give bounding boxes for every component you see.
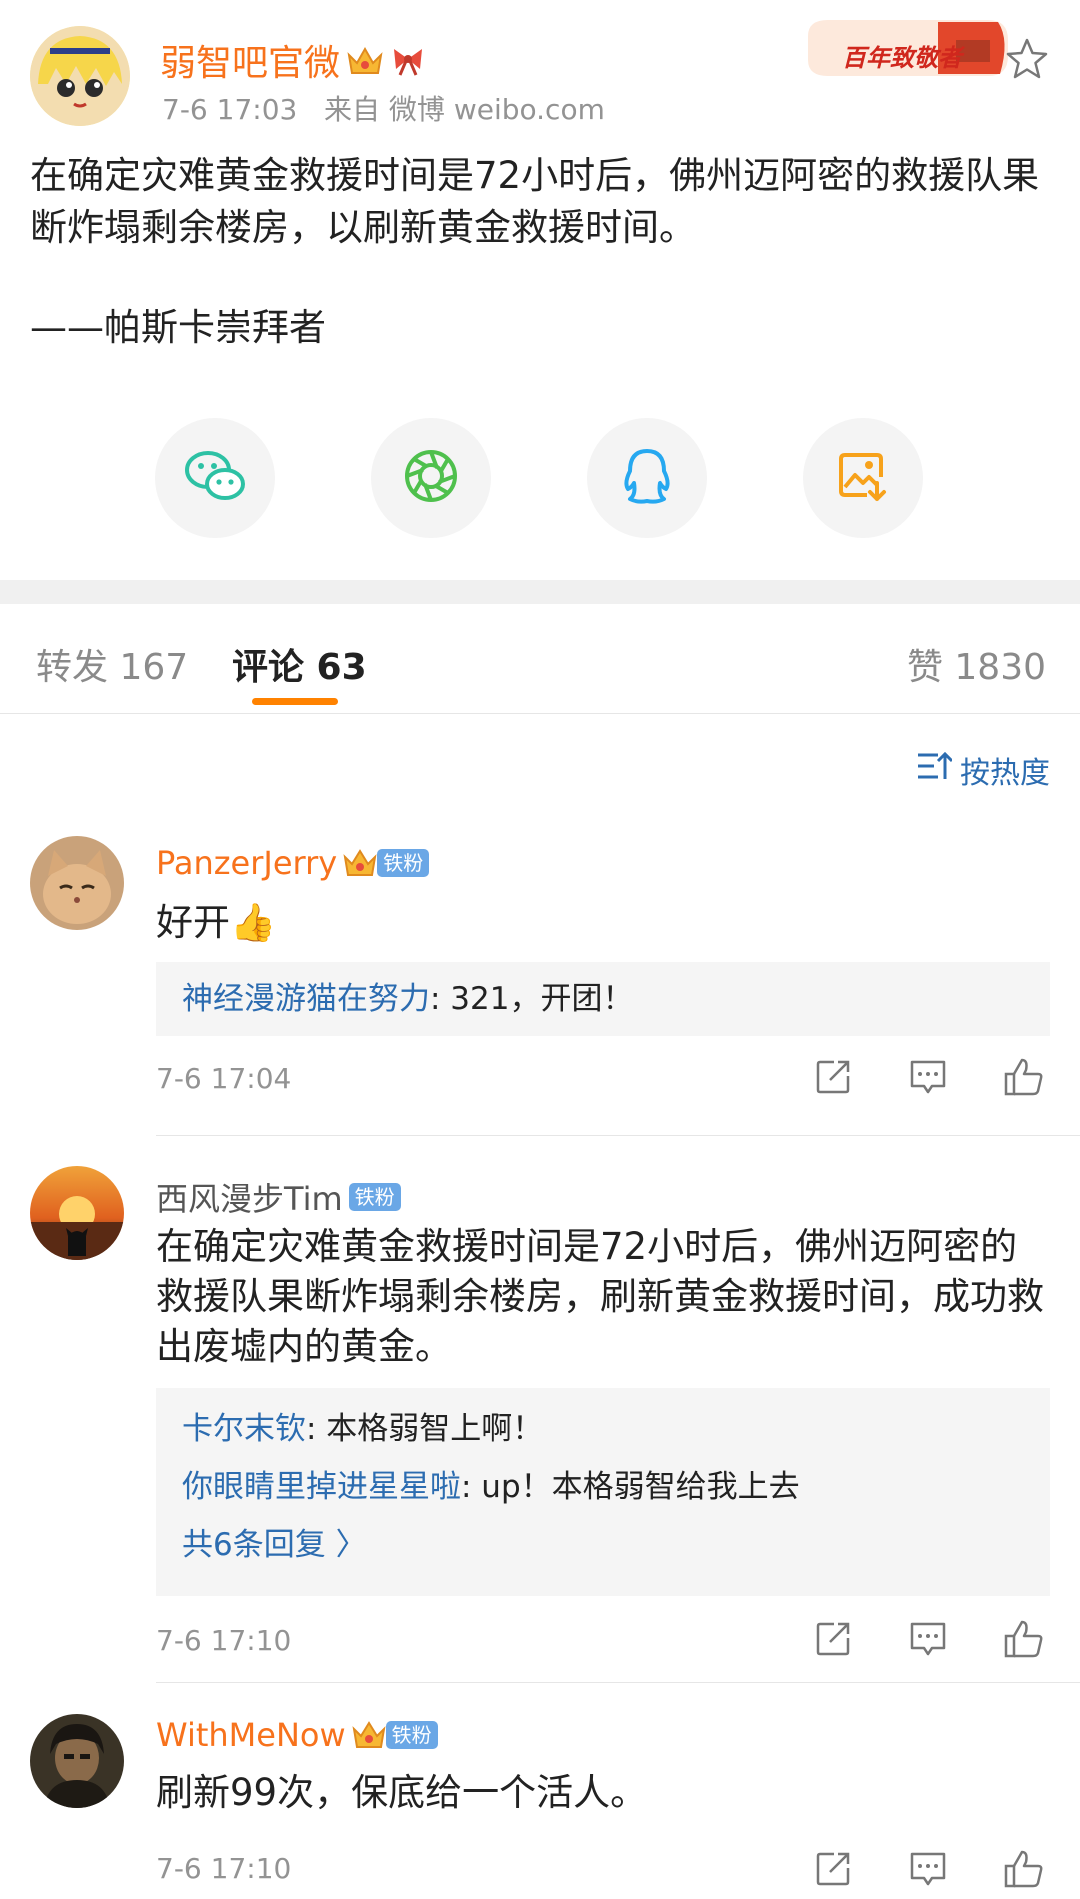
- commenter-name[interactable]: WithMeNow: [156, 1716, 346, 1754]
- reply-item[interactable]: 你眼睛里掉进星星啦: up！本格弱智给我上去: [182, 1458, 1024, 1516]
- fan-badge[interactable]: 铁粉: [348, 1183, 401, 1211]
- tab-comments[interactable]: 评论 63: [232, 638, 367, 690]
- bow-icon: [390, 43, 426, 77]
- reply-comment-icon[interactable]: [906, 1616, 950, 1660]
- share-wechat-button[interactable]: [155, 418, 275, 538]
- reply-box[interactable]: 神经漫游猫在努力: 321，开团！: [156, 962, 1050, 1036]
- tab-repost[interactable]: 转发 167: [36, 638, 188, 690]
- share-moments-button[interactable]: [371, 418, 491, 538]
- reply-text: : 321，开团！: [430, 981, 634, 1017]
- commenter-name-row: PanzerJerry 铁粉: [156, 844, 430, 882]
- reply-comment-icon[interactable]: [906, 1846, 950, 1890]
- commenter-avatar[interactable]: [30, 1166, 124, 1260]
- like-comment-icon[interactable]: [1002, 1616, 1046, 1660]
- post-source: 来自 微博 weibo.com: [324, 93, 605, 126]
- commenter-name-row: WithMeNow 铁粉: [156, 1716, 438, 1754]
- comment-time: 7-6 17:04: [156, 1062, 292, 1095]
- comment-text: 好开👍: [156, 901, 277, 944]
- share-row: [155, 418, 935, 538]
- like-comment-icon[interactable]: [1002, 1054, 1046, 1098]
- crown-icon: [346, 43, 384, 77]
- section-divider: [0, 580, 1080, 604]
- commenter-name[interactable]: 西风漫步Tim: [156, 1174, 343, 1220]
- post-signature: ——帕斯卡崇拜者: [30, 306, 326, 349]
- comment-separator: [156, 1135, 1080, 1136]
- fan-badge[interactable]: 铁粉: [343, 847, 430, 879]
- save-image-icon: [837, 449, 889, 507]
- post-body: 在确定灾难黄金救援时间是72小时后，佛州迈阿密的救援队果断炸塌剩余楼房，以刷新黄…: [30, 150, 1040, 402]
- post-time: 7-6 17:03: [162, 93, 298, 126]
- reply-text: : 本格弱智上啊！: [306, 1411, 544, 1447]
- comment-time: 7-6 17:10: [156, 1624, 292, 1657]
- sort-by-hot-button[interactable]: 按热度: [916, 748, 1050, 792]
- comment-actions: [812, 1846, 1043, 1890]
- fan-badge-label: 铁粉: [377, 849, 430, 877]
- reply-text: : up！本格弱智给我上去: [461, 1469, 800, 1505]
- post-header: 弱智吧官微 7-6 17:03 来自 微博 weibo.com 百年致敬者: [30, 20, 1050, 128]
- fan-crown-icon: [352, 1721, 386, 1748]
- author-name-text[interactable]: 弱智吧官微: [160, 34, 340, 86]
- sort-label: 按热度: [960, 756, 1050, 791]
- like-comment-icon[interactable]: [1002, 1846, 1046, 1890]
- wechat-icon: [183, 448, 247, 508]
- comment-actions: [812, 1616, 1043, 1660]
- post-meta: 7-6 17:03 来自 微博 weibo.com: [162, 88, 605, 128]
- reply-user[interactable]: 你眼睛里掉进星星啦: [182, 1469, 461, 1505]
- author-name[interactable]: 弱智吧官微: [160, 34, 426, 86]
- favorite-star-icon[interactable]: [1004, 36, 1050, 82]
- fan-badge[interactable]: 铁粉: [352, 1719, 438, 1751]
- repost-comment-icon[interactable]: [812, 1616, 856, 1660]
- moments-icon: [403, 448, 459, 508]
- commenter-name-row: 西风漫步Tim 铁粉: [156, 1174, 401, 1220]
- comment-separator: [156, 1682, 1080, 1683]
- commenter-name[interactable]: PanzerJerry: [156, 844, 337, 882]
- view-more-replies-link[interactable]: 共6条回复 〉: [182, 1516, 1024, 1574]
- fan-crown-icon: [343, 849, 377, 876]
- fan-badge-label: 铁粉: [348, 1183, 401, 1211]
- promo-banner[interactable]: 百年致敬者: [788, 0, 1018, 100]
- commenter-avatar[interactable]: [30, 836, 124, 930]
- repost-comment-icon[interactable]: [812, 1054, 856, 1098]
- reply-item[interactable]: 神经漫游猫在努力: 321，开团！: [182, 970, 1024, 1028]
- tab-likes[interactable]: 赞 1830: [907, 638, 1046, 690]
- author-avatar[interactable]: [30, 26, 130, 126]
- reply-comment-icon[interactable]: [906, 1054, 950, 1098]
- post-paragraph: 在确定灾难黄金救援时间是72小时后，佛州迈阿密的救援队果断炸塌剩余楼房，以刷新黄…: [30, 154, 1040, 249]
- active-tab-indicator: [252, 698, 338, 705]
- sort-icon: [916, 750, 954, 790]
- comment-actions: [812, 1054, 1043, 1098]
- share-save-image-button[interactable]: [803, 418, 923, 538]
- promo-text: 百年致敬者: [842, 43, 962, 72]
- reply-user[interactable]: 神经漫游猫在努力: [182, 981, 430, 1017]
- fan-badge-label: 铁粉: [385, 1721, 438, 1749]
- reply-item[interactable]: 卡尔末钦: 本格弱智上啊！: [182, 1400, 1024, 1458]
- qq-icon: [622, 447, 672, 509]
- share-qq-button[interactable]: [587, 418, 707, 538]
- interaction-tabs: 转发 167 评论 63 赞 1830: [0, 604, 1080, 714]
- comment-text: 在确定灾难黄金救援时间是72小时后，佛州迈阿密的救援队果断炸塌剩余楼房，刷新黄金…: [156, 1225, 1044, 1368]
- repost-comment-icon[interactable]: [812, 1846, 856, 1890]
- reply-user[interactable]: 卡尔末钦: [182, 1411, 306, 1447]
- comment-time: 7-6 17:10: [156, 1852, 292, 1885]
- comment-text: 刷新99次，保底给一个活人。: [156, 1771, 648, 1814]
- reply-box[interactable]: 卡尔末钦: 本格弱智上啊！ 你眼睛里掉进星星啦: up！本格弱智给我上去 共6条…: [156, 1388, 1050, 1596]
- commenter-avatar[interactable]: [30, 1714, 124, 1808]
